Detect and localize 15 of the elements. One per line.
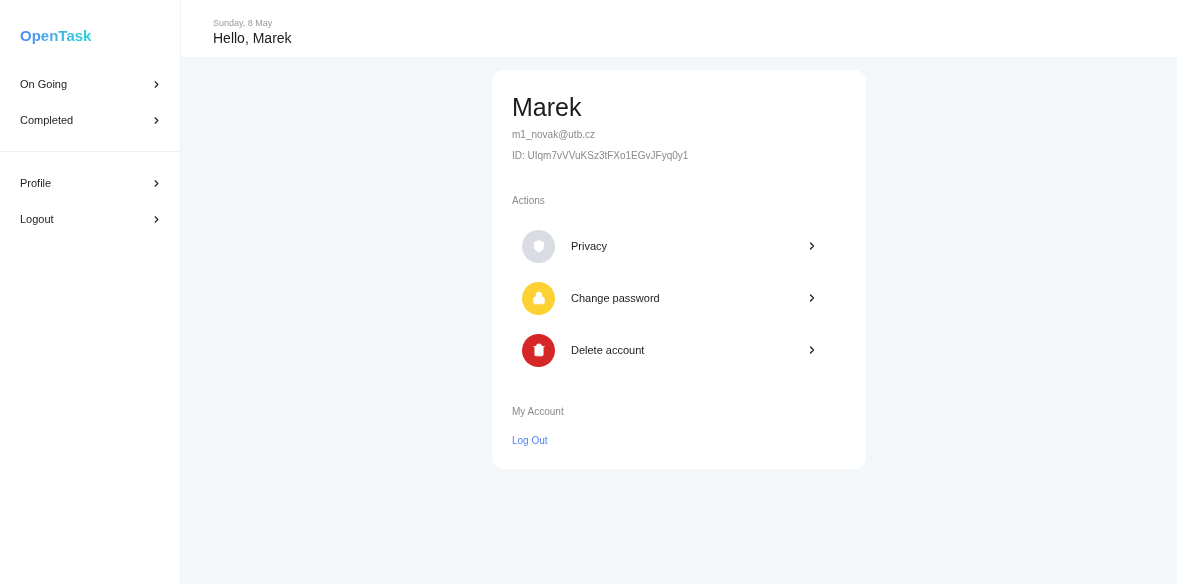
user-id-text: ID: UIqm7vVVuKSz3tFXo1EGvJFyq0y1: [512, 149, 690, 163]
section-title: Actions: [512, 194, 546, 208]
section-title: My Account: [512, 405, 565, 419]
action-item[interactable]: Privacy: [512, 220, 846, 272]
logout-link[interactable]: Log Out: [512, 433, 548, 448]
sidebar-item[interactable]: Completed: [0, 102, 180, 138]
action-item[interactable]: Change password: [512, 272, 846, 324]
sidebar-item[interactable]: Logout: [0, 201, 180, 237]
greeting-text: Hello, Marek: [213, 29, 293, 47]
sidebar-item[interactable]: On Going: [0, 66, 180, 102]
date-text: Sunday, 8 May: [213, 17, 274, 29]
action-item[interactable]: Delete account: [512, 324, 846, 376]
profile-name: Marek: [512, 92, 583, 122]
sidebar-item[interactable]: Profile: [0, 165, 180, 201]
email-text: m1_novak@utb.cz: [512, 128, 596, 142]
